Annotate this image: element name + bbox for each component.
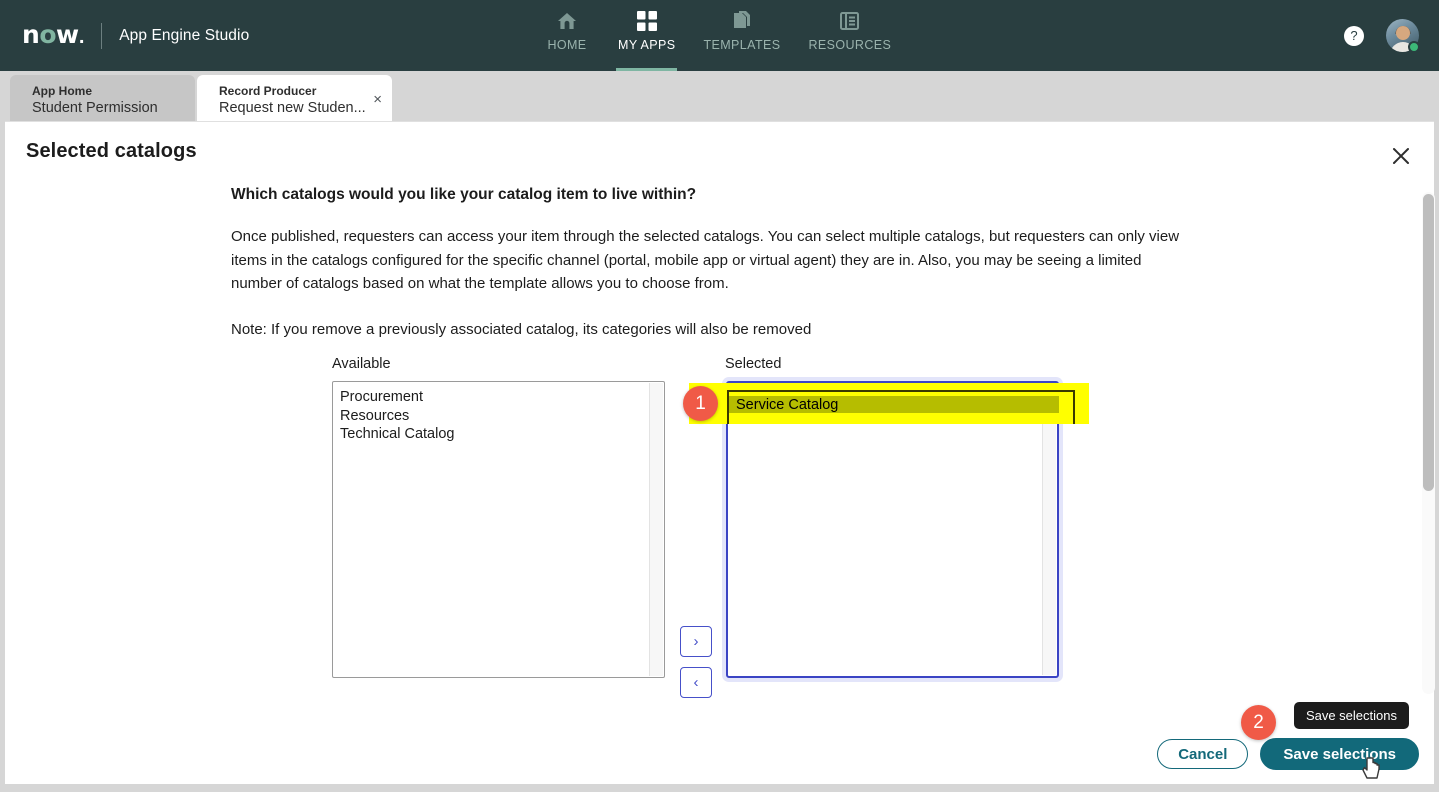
brand-area[interactable]: now. App Engine Studio <box>0 0 249 71</box>
nav-label-my-apps: MY APPS <box>618 38 676 52</box>
selected-catalogs-modal: Selected catalogs Which catalogs would y… <box>0 121 1439 792</box>
selected-list-label: Selected <box>725 356 782 372</box>
modal-footer: Cancel Save selections <box>1157 738 1419 770</box>
available-listbox[interactable]: Procurement Resources Technical Catalog <box>332 381 665 678</box>
tab-app-home-main: Student Permission <box>32 99 158 116</box>
cancel-button[interactable]: Cancel <box>1157 739 1249 769</box>
nav-item-my-apps[interactable]: MY APPS <box>604 0 689 71</box>
help-icon[interactable]: ? <box>1344 25 1364 46</box>
modal-content: Which catalogs would you like your catal… <box>231 185 1231 341</box>
available-list-scrollbar[interactable] <box>649 383 663 676</box>
brand-divider <box>101 22 103 49</box>
tab-strip: App Home Student Permission Record Produ… <box>0 71 1439 176</box>
move-right-button[interactable]: › <box>680 626 712 657</box>
now-logo: now. <box>22 20 85 49</box>
app-root: now. App Engine Studio HOME MY APPS TEMP… <box>0 0 1439 792</box>
top-navigation-bar: now. App Engine Studio HOME MY APPS TEMP… <box>0 0 1439 71</box>
avatar[interactable] <box>1386 19 1420 53</box>
tab-app-home[interactable]: App Home Student Permission <box>10 75 195 121</box>
online-status-indicator <box>1408 41 1420 53</box>
modal-note: Note: If you remove a previously associa… <box>231 320 812 338</box>
nav-item-home[interactable]: HOME <box>530 0 604 71</box>
left-window-edge <box>0 121 5 792</box>
modal-question: Which catalogs would you like your catal… <box>231 186 697 203</box>
app-title: App Engine Studio <box>119 26 250 44</box>
nav-label-home: HOME <box>547 38 587 52</box>
nav-right-actions: ? <box>1344 0 1420 71</box>
selected-listbox[interactable]: Service Catalog <box>726 381 1059 678</box>
grid-icon <box>636 8 658 34</box>
tab-record-producer-main: Request new Studen... <box>219 99 366 116</box>
nav-label-resources: RESOURCES <box>808 38 892 52</box>
annotation-badge-2: 2 <box>1241 705 1276 740</box>
save-selections-button[interactable]: Save selections <box>1260 738 1419 770</box>
list-item[interactable]: Resources <box>333 407 664 426</box>
avatar-face <box>1395 25 1410 40</box>
tab-record-producer-sub: Record Producer <box>219 83 317 98</box>
list-item[interactable]: Technical Catalog <box>333 425 664 444</box>
page-title: Selected catalogs <box>26 140 197 162</box>
nav-item-templates[interactable]: TEMPLATES <box>689 0 794 71</box>
nav-label-templates: TEMPLATES <box>703 38 781 52</box>
primary-nav: HOME MY APPS TEMPLATES RESOURCES <box>530 0 905 71</box>
tab-record-producer[interactable]: Record Producer Request new Studen... × <box>197 75 392 121</box>
transfer-buttons: › ‹ <box>680 626 712 698</box>
close-icon[interactable]: × <box>373 92 382 107</box>
list-item[interactable]: Procurement <box>333 388 664 407</box>
list-item[interactable]: Service Catalog <box>728 389 1048 408</box>
selected-list-scrollbar[interactable] <box>1042 384 1056 675</box>
templates-icon <box>731 8 753 34</box>
save-selections-tooltip: Save selections <box>1293 702 1409 729</box>
move-left-button[interactable]: ‹ <box>680 667 712 698</box>
available-list-label: Available <box>332 356 391 372</box>
nav-item-resources[interactable]: RESOURCES <box>794 0 905 71</box>
modal-description: Once published, requesters can access yo… <box>231 228 1180 292</box>
page-scrollbar-thumb[interactable] <box>1423 194 1434 491</box>
tab-app-home-sub: App Home <box>32 83 92 98</box>
annotation-badge-1: 1 <box>683 386 718 421</box>
home-icon <box>556 8 578 34</box>
modal-close-icon[interactable] <box>1387 142 1415 170</box>
resources-icon <box>839 8 861 34</box>
bottom-window-edge <box>0 784 1439 792</box>
